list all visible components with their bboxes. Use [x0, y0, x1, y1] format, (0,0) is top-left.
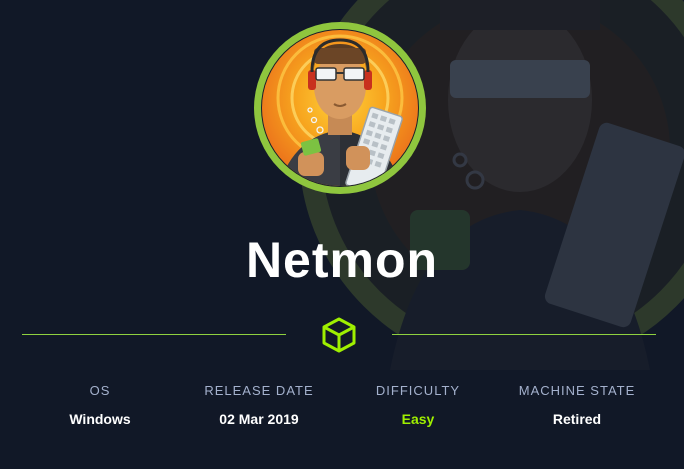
machine-stats: OS Windows RELEASE DATE 02 Mar 2019 DIFF…: [0, 382, 684, 442]
stat-label: RELEASE DATE: [204, 383, 314, 398]
stat-machine-state: MACHINE STATE Retired: [492, 382, 662, 428]
divider-right: [392, 334, 656, 335]
stat-label: MACHINE STATE: [518, 383, 636, 398]
stat-value: Retired: [552, 411, 602, 427]
stat-os: OS Windows: [15, 382, 185, 428]
cube-icon: [322, 317, 356, 353]
divider-left: [22, 334, 286, 335]
stat-value: 02 Mar 2019: [219, 411, 299, 427]
stat-difficulty: DIFFICULTY Easy: [333, 382, 503, 428]
machine-name: Netmon: [245, 232, 439, 288]
machine-avatar: [254, 22, 426, 194]
stat-value: Windows: [69, 411, 131, 427]
stat-label: OS: [89, 383, 111, 398]
stat-label: DIFFICULTY: [375, 383, 461, 398]
stat-value: Easy: [401, 411, 435, 427]
stat-release-date: RELEASE DATE 02 Mar 2019: [174, 382, 344, 428]
